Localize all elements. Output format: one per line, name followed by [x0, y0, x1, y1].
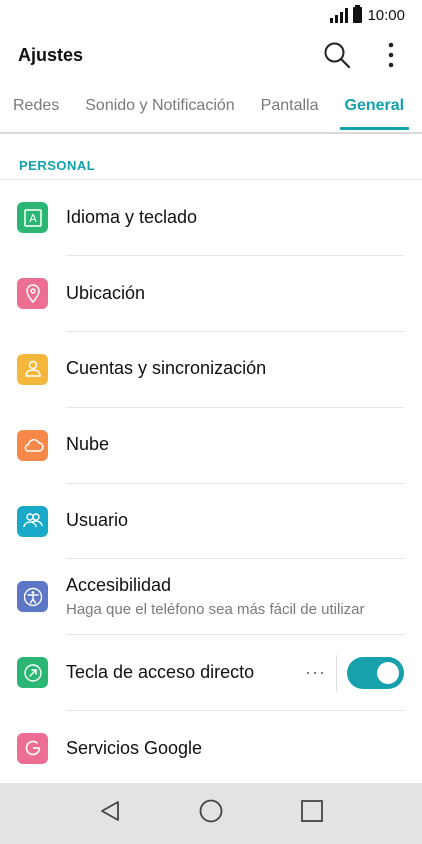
item-title: Nube	[66, 434, 110, 455]
users-icon	[17, 505, 48, 537]
shortcut-key-icon	[17, 657, 48, 689]
list-item-tecla-acceso[interactable]: Tecla de acceso directo ···	[0, 635, 422, 712]
settings-list: A Idioma y teclado Ubicación Cuentas y s…	[0, 180, 422, 786]
shortcut-toggle[interactable]	[347, 656, 404, 689]
nav-bar	[0, 783, 422, 844]
battery-icon	[353, 5, 363, 23]
app-bar: Ajustes	[0, 30, 422, 80]
tab-sonido-notificacion[interactable]: Sonido y Notificación	[72, 80, 247, 132]
language-keyboard-icon: A	[17, 202, 48, 234]
status-time: 10:00	[367, 6, 405, 24]
item-subtitle: Haga que el teléfono sea más fácil de ut…	[66, 600, 365, 618]
item-title: Accesibilidad	[66, 574, 172, 595]
cloud-icon	[17, 429, 48, 461]
list-item-accesibilidad[interactable]: Accesibilidad Haga que el teléfono sea m…	[0, 559, 422, 636]
list-item-nube[interactable]: Nube	[0, 407, 422, 484]
tab-redes[interactable]: Redes	[0, 80, 72, 132]
page-title: Ajustes	[18, 44, 84, 65]
recents-icon[interactable]	[300, 799, 324, 828]
tab-pantalla[interactable]: Pantalla	[248, 80, 332, 132]
list-item-cuentas[interactable]: Cuentas y sincronización	[0, 332, 422, 408]
list-item-servicios-google[interactable]: Servicios Google	[0, 711, 422, 787]
item-title: Usuario	[66, 510, 129, 531]
svg-text:A: A	[29, 212, 37, 225]
list-item-idioma[interactable]: A Idioma y teclado	[0, 180, 422, 257]
list-item-ubicacion[interactable]: Ubicación	[0, 256, 422, 333]
back-icon[interactable]	[98, 799, 122, 828]
list-item-usuario[interactable]: Usuario	[0, 483, 422, 560]
status-bar: 10:00	[0, 0, 422, 30]
home-icon[interactable]	[198, 798, 224, 829]
tab-bar: Redes Sonido y Notificación Pantalla Gen…	[0, 80, 422, 134]
location-pin-icon	[17, 278, 48, 310]
section-header: PERSONAL	[0, 134, 422, 180]
item-title: Cuentas y sincronización	[66, 358, 267, 379]
signal-icon	[330, 7, 349, 23]
more-options-icon[interactable]: ···	[305, 662, 326, 683]
item-title: Ubicación	[66, 282, 146, 303]
accounts-sync-icon	[17, 353, 48, 385]
search-icon[interactable]	[320, 38, 354, 72]
toggle-knob	[377, 661, 399, 684]
divider	[336, 654, 337, 691]
accessibility-icon	[17, 581, 48, 613]
item-title: Idioma y teclado	[66, 206, 198, 227]
tab-general[interactable]: General	[332, 80, 418, 132]
more-vert-icon[interactable]	[374, 38, 408, 72]
item-title: Servicios Google	[66, 737, 203, 758]
google-icon	[17, 732, 48, 764]
